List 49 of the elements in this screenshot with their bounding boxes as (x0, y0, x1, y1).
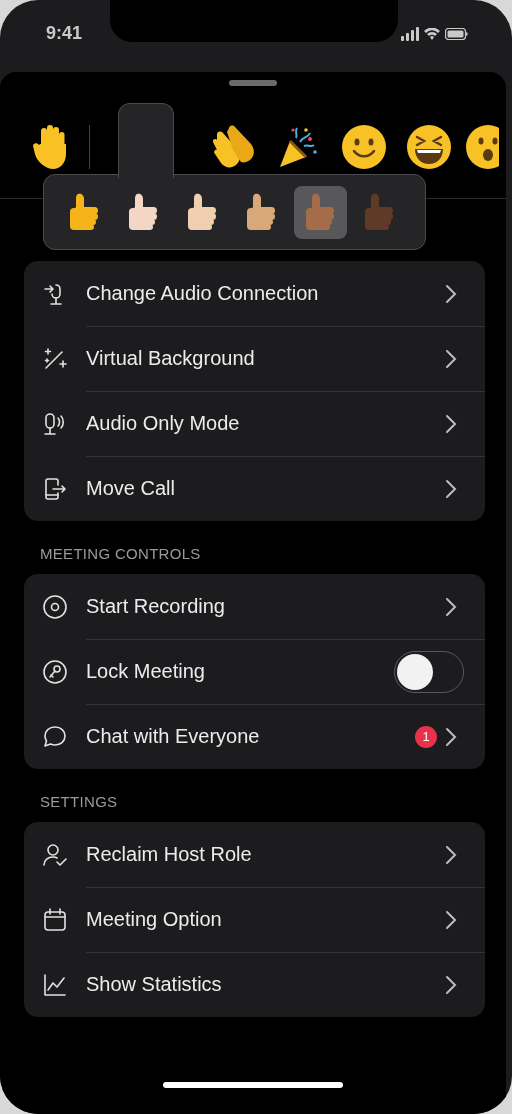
smiley-face-icon[interactable] (341, 124, 387, 170)
section-header: SETTINGS (40, 793, 119, 810)
menu-item-label: Lock Meeting (86, 660, 206, 683)
status-time: 9:41 (46, 23, 83, 44)
chevron-right-icon (445, 909, 457, 930)
notification-badge: 1 (415, 725, 437, 748)
chevron-right-icon (445, 726, 457, 747)
drag-handle[interactable] (229, 80, 277, 86)
menu-item[interactable]: Audio Only Mode (24, 391, 485, 456)
menu-item-label: Reclaim Host Role (86, 843, 253, 866)
menu-item-label: Meeting Option (86, 908, 223, 931)
key-icon (42, 658, 68, 685)
menu-item-label: Change Audio Connection (86, 282, 320, 305)
chevron-right-icon (445, 974, 457, 995)
chevron-right-icon (445, 283, 457, 304)
menu-item[interactable]: Virtual Background (24, 326, 485, 391)
laughing-face-icon[interactable] (406, 124, 452, 170)
menu-item-label: Chat with Everyone (86, 725, 261, 748)
chat-bubble-icon (42, 723, 68, 750)
calendar-icon (42, 906, 68, 933)
menu-item-label: Virtual Background (86, 347, 256, 370)
phone-transfer-icon (42, 475, 68, 502)
menu-item[interactable]: Start Recording (24, 574, 485, 639)
menu-item[interactable]: Meeting Option (24, 887, 485, 952)
menu-item[interactable]: Change Audio Connection (24, 261, 485, 326)
menu-item[interactable]: Reclaim Host Role (24, 822, 485, 887)
record-icon (42, 593, 68, 620)
menu-item-label: Show Statistics (86, 973, 223, 996)
menu-item-label: Move Call (86, 477, 176, 500)
menu-item-label: Start Recording (86, 595, 226, 618)
signal-icon (401, 27, 419, 41)
battery-icon (445, 28, 468, 40)
magic-wand-icon (42, 345, 68, 372)
menu-item[interactable]: Chat with Everyone 1 (24, 704, 485, 769)
menu-item[interactable]: Move Call (24, 456, 485, 521)
section-header: MEETING CONTROLS (40, 545, 202, 562)
menu-item[interactable]: Lock Meeting (24, 639, 485, 704)
menu-item-label: Audio Only Mode (86, 412, 241, 435)
user-check-icon (42, 841, 68, 868)
chevron-right-icon (445, 348, 457, 369)
menu-item[interactable]: Show Statistics (24, 952, 485, 1017)
wifi-icon (424, 28, 440, 40)
chevron-right-icon (445, 844, 457, 865)
chevron-right-icon (445, 478, 457, 499)
chevron-right-icon (445, 413, 457, 434)
chevron-right-icon (445, 596, 457, 617)
clapping-hands-icon[interactable] (211, 124, 257, 170)
surprised-face-icon[interactable] (465, 124, 499, 170)
line-chart-icon (42, 971, 68, 998)
